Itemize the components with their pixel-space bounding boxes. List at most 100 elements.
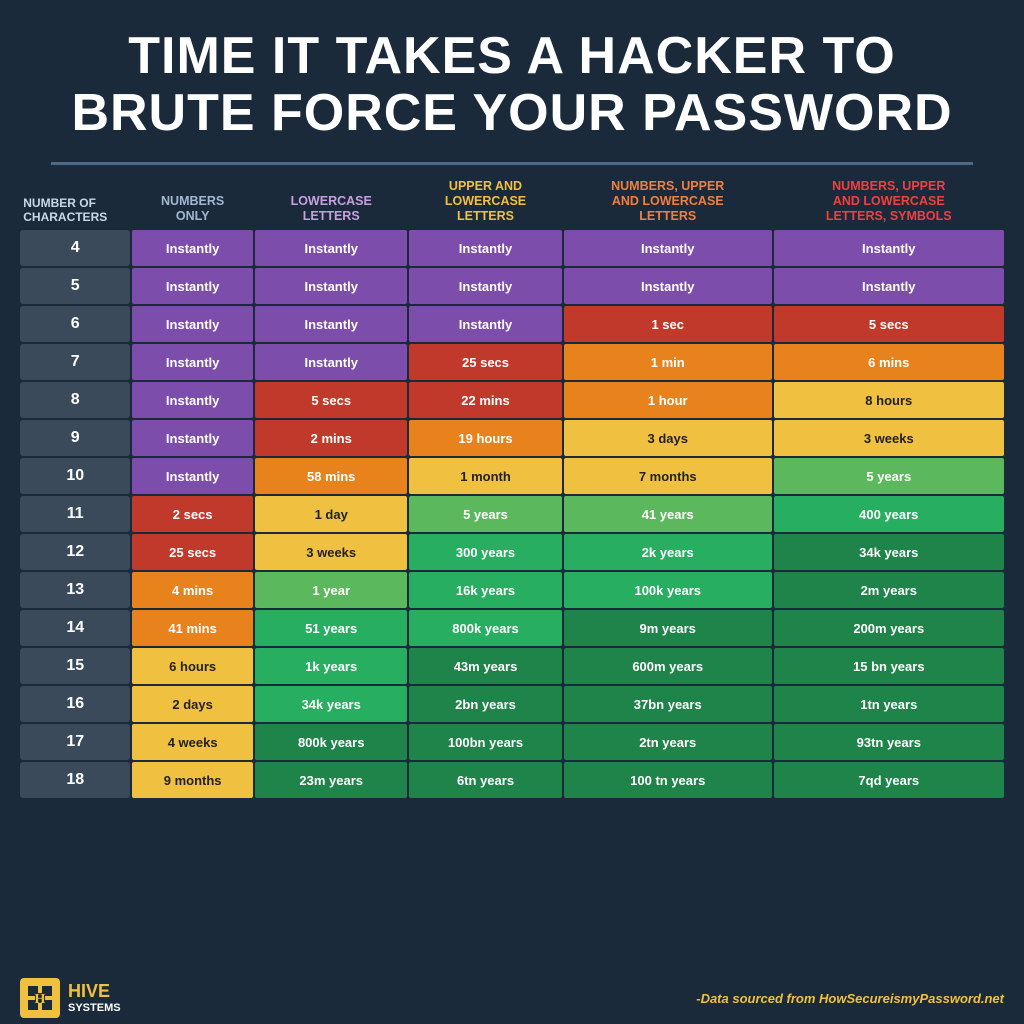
cell-chars: 4	[20, 230, 130, 266]
cell-chars: 9	[20, 420, 130, 456]
table-body: 4InstantlyInstantlyInstantlyInstantlyIns…	[20, 230, 1004, 798]
table-row: 5InstantlyInstantlyInstantlyInstantlyIns…	[20, 268, 1004, 304]
password-table: Number ofCharacters NumbersOnly Lowercas…	[18, 173, 1006, 800]
cell-upper: 16k years	[409, 572, 561, 608]
cell-chars: 12	[20, 534, 130, 570]
cell-all: 1tn years	[774, 686, 1004, 722]
cell-upper: Instantly	[409, 230, 561, 266]
cell-chars: 5	[20, 268, 130, 304]
cell-all: 400 years	[774, 496, 1004, 532]
cell-nums: 2 days	[132, 686, 253, 722]
cell-nums: 4 weeks	[132, 724, 253, 760]
header-divider	[51, 162, 973, 165]
table-row: 162 days34k years2bn years37bn years1tn …	[20, 686, 1004, 722]
cell-all: 8 hours	[774, 382, 1004, 418]
logo: H HIVE SYSTEMS	[20, 978, 121, 1018]
hive-logo-svg: H	[26, 984, 54, 1012]
cell-chars: 8	[20, 382, 130, 418]
cell-numup: 1 min	[564, 344, 772, 380]
cell-chars: 6	[20, 306, 130, 342]
page-title: TIME IT TAKES A HACKER TO BRUTE FORCE YO…	[40, 28, 984, 142]
cell-lower: Instantly	[255, 344, 407, 380]
logo-brand: HIVE	[68, 981, 121, 1003]
table-row: 9Instantly2 mins19 hours3 days3 weeks	[20, 420, 1004, 456]
cell-numup: 9m years	[564, 610, 772, 646]
cell-all: 5 secs	[774, 306, 1004, 342]
cell-lower: 34k years	[255, 686, 407, 722]
logo-icon: H	[20, 978, 60, 1018]
cell-numup: 2tn years	[564, 724, 772, 760]
cell-upper: 1 month	[409, 458, 561, 494]
cell-nums: 25 secs	[132, 534, 253, 570]
cell-lower: 1 day	[255, 496, 407, 532]
cell-lower: 1k years	[255, 648, 407, 684]
table-row: 8Instantly5 secs22 mins1 hour8 hours	[20, 382, 1004, 418]
cell-all: 15 bn years	[774, 648, 1004, 684]
cell-numup: 1 hour	[564, 382, 772, 418]
cell-chars: 7	[20, 344, 130, 380]
cell-upper: 43m years	[409, 648, 561, 684]
table-row: 134 mins1 year16k years100k years2m year…	[20, 572, 1004, 608]
cell-all: 200m years	[774, 610, 1004, 646]
cell-numup: Instantly	[564, 230, 772, 266]
cell-all: 93tn years	[774, 724, 1004, 760]
col-header-chars: Number ofCharacters	[20, 175, 130, 228]
table-row: 7InstantlyInstantly25 secs1 min6 mins	[20, 344, 1004, 380]
cell-all: 5 years	[774, 458, 1004, 494]
cell-nums: Instantly	[132, 268, 253, 304]
cell-numup: 100 tn years	[564, 762, 772, 798]
cell-numup: 37bn years	[564, 686, 772, 722]
table-row: 4InstantlyInstantlyInstantlyInstantlyIns…	[20, 230, 1004, 266]
cell-lower: 1 year	[255, 572, 407, 608]
cell-numup: Instantly	[564, 268, 772, 304]
cell-upper: 25 secs	[409, 344, 561, 380]
cell-all: Instantly	[774, 268, 1004, 304]
cell-all: 3 weeks	[774, 420, 1004, 456]
cell-upper: 300 years	[409, 534, 561, 570]
cell-all: Instantly	[774, 230, 1004, 266]
cell-chars: 17	[20, 724, 130, 760]
cell-lower: 800k years	[255, 724, 407, 760]
cell-nums: Instantly	[132, 306, 253, 342]
cell-lower: 5 secs	[255, 382, 407, 418]
cell-upper: 22 mins	[409, 382, 561, 418]
footer: H HIVE SYSTEMS -Data sourced from HowSec…	[0, 972, 1024, 1024]
cell-numup: 1 sec	[564, 306, 772, 342]
cell-nums: Instantly	[132, 420, 253, 456]
cell-lower: Instantly	[255, 306, 407, 342]
table-row: 156 hours1k years43m years600m years15 b…	[20, 648, 1004, 684]
data-source: -Data sourced from HowSecureismyPassword…	[696, 991, 1004, 1006]
main-table-container: Number ofCharacters NumbersOnly Lowercas…	[10, 173, 1014, 972]
cell-nums: Instantly	[132, 458, 253, 494]
cell-upper: 5 years	[409, 496, 561, 532]
table-row: 1441 mins51 years800k years9m years200m …	[20, 610, 1004, 646]
cell-chars: 10	[20, 458, 130, 494]
cell-all: 2m years	[774, 572, 1004, 608]
page-header: TIME IT TAKES A HACKER TO BRUTE FORCE YO…	[0, 0, 1024, 152]
cell-chars: 16	[20, 686, 130, 722]
cell-nums: Instantly	[132, 230, 253, 266]
cell-nums: 4 mins	[132, 572, 253, 608]
cell-numup: 600m years	[564, 648, 772, 684]
table-row: 112 secs1 day5 years41 years400 years	[20, 496, 1004, 532]
cell-lower: 51 years	[255, 610, 407, 646]
col-header-upper: Upper andLowercaseLetters	[409, 175, 561, 228]
cell-upper: 100bn years	[409, 724, 561, 760]
table-row: 6InstantlyInstantlyInstantly1 sec5 secs	[20, 306, 1004, 342]
cell-upper: Instantly	[409, 306, 561, 342]
cell-upper: Instantly	[409, 268, 561, 304]
cell-lower: Instantly	[255, 268, 407, 304]
cell-all: 7qd years	[774, 762, 1004, 798]
cell-chars: 11	[20, 496, 130, 532]
cell-upper: 6tn years	[409, 762, 561, 798]
table-row: 174 weeks800k years100bn years2tn years9…	[20, 724, 1004, 760]
cell-numup: 2k years	[564, 534, 772, 570]
cell-upper: 19 hours	[409, 420, 561, 456]
cell-lower: Instantly	[255, 230, 407, 266]
cell-nums: 9 months	[132, 762, 253, 798]
cell-nums: Instantly	[132, 344, 253, 380]
cell-lower: 3 weeks	[255, 534, 407, 570]
cell-nums: Instantly	[132, 382, 253, 418]
cell-numup: 100k years	[564, 572, 772, 608]
cell-chars: 15	[20, 648, 130, 684]
